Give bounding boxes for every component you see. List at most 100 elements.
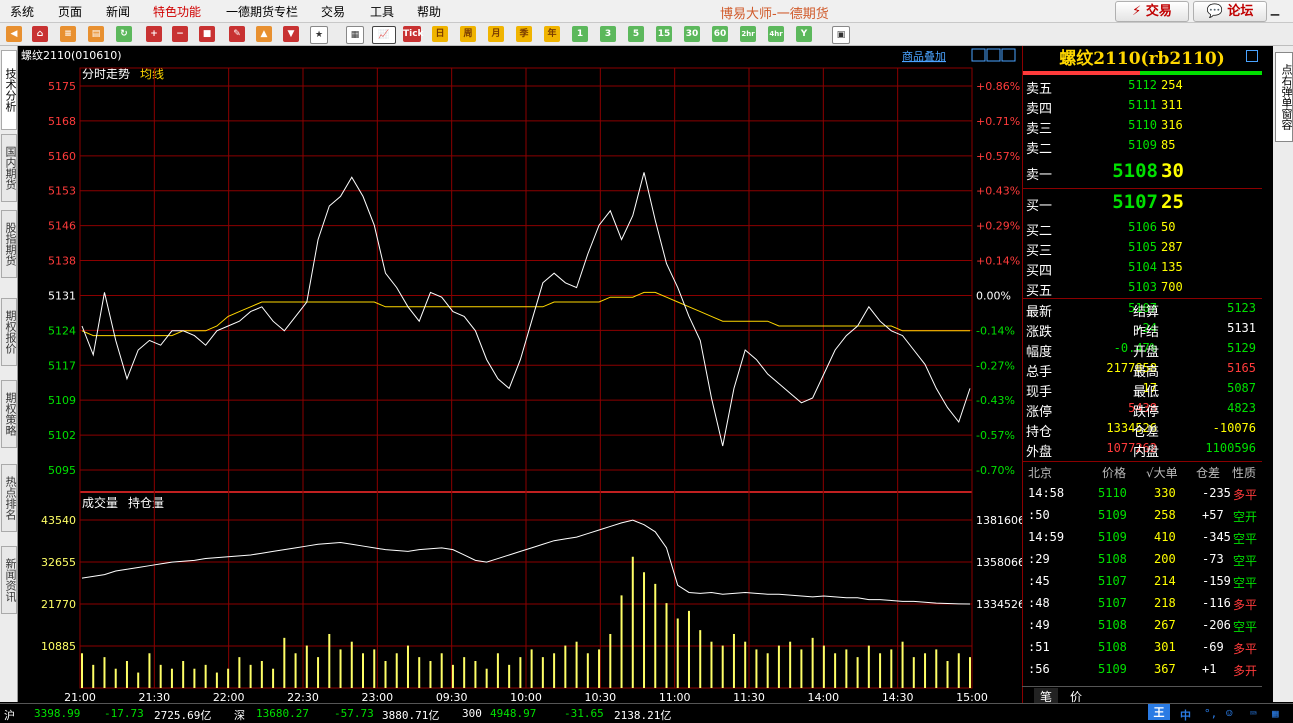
bid-level-row[interactable]: 买二 5106 50	[1022, 218, 1262, 239]
ask-level-row[interactable]: 卖三 5110 316	[1022, 116, 1262, 137]
ime-settings-icon[interactable]: ▦	[1272, 707, 1279, 720]
forum-button[interactable]: 💬 论坛	[1193, 1, 1267, 22]
period-15min-button[interactable]: 15	[656, 26, 672, 42]
table-view-icon[interactable]: ▦	[346, 26, 364, 44]
tick-button[interactable]: Tick	[403, 26, 424, 42]
menu-features[interactable]: 特色功能	[153, 3, 201, 20]
new-icon[interactable]: ★	[310, 26, 328, 44]
intraday-chart-icon[interactable]: 📈	[372, 26, 396, 44]
bid-level-row[interactable]: 买四 5104 135	[1022, 258, 1262, 279]
row-label: 卖四	[1026, 102, 1053, 117]
time-tick-label: 11:00	[659, 691, 691, 703]
tab-options-quote[interactable]: 期权报价	[1, 298, 17, 366]
menu-tools[interactable]: 工具	[370, 3, 394, 20]
emoji-icon[interactable]: ☺	[1226, 707, 1233, 720]
tab-index-futures[interactable]: 股指期货	[1, 210, 17, 278]
ask-level-row[interactable]: 卖五 5112 254	[1022, 76, 1262, 97]
tick-volume: 367	[1154, 662, 1176, 676]
row-label: 卖一	[1026, 168, 1053, 183]
row-price: 5107	[1112, 191, 1158, 213]
bid-level-row[interactable]: 买三 5105 287	[1022, 238, 1262, 259]
tick-time: :48	[1028, 596, 1050, 610]
stat-label: 内盘	[1133, 445, 1160, 460]
period-quarter-button[interactable]: 季	[516, 26, 532, 42]
commodity-overlay-link[interactable]: 商品叠加	[902, 49, 946, 63]
tick-row[interactable]: :48 5107 218 -116 多平	[1022, 592, 1262, 614]
menu-yide-column[interactable]: 一德期货专栏	[226, 3, 298, 20]
menu-trade[interactable]: 交易	[321, 3, 345, 20]
tick-price: 5109	[1098, 530, 1127, 544]
quote-icon[interactable]: ▤	[88, 26, 104, 42]
tick-row[interactable]: :45 5107 214 -159 空平	[1022, 570, 1262, 592]
menu-system[interactable]: 系统	[10, 3, 34, 20]
funnel-icon[interactable]: ▼	[283, 26, 299, 42]
price-tick-label: 5175	[48, 80, 76, 93]
panel-toggle-icon[interactable]	[1246, 50, 1258, 62]
menu-news[interactable]: 新闻	[106, 3, 130, 20]
tick-time: :56	[1028, 662, 1050, 676]
tab-hot-ranking[interactable]: 热点排名	[1, 464, 17, 532]
tick-row[interactable]: :49 5108 267 -206 空平	[1022, 614, 1262, 636]
menu-page[interactable]: 页面	[58, 3, 82, 20]
indicator-icon[interactable]: ▲	[256, 26, 272, 42]
tick-row[interactable]: :51 5108 301 -69 多平	[1022, 636, 1262, 658]
bid-level-row[interactable]: 买五 5103 700	[1022, 278, 1262, 299]
punctuation-icon[interactable]: °,	[1204, 707, 1217, 720]
tick-row[interactable]: 14:59 5109 410 -345 空平	[1022, 526, 1262, 548]
tick-row[interactable]: :56 5109 367 +1 多开	[1022, 658, 1262, 680]
period-2hr-button[interactable]: 2hr	[740, 26, 756, 42]
period-4hr-button[interactable]: 4hr	[768, 26, 784, 42]
period-3min-button[interactable]: 3	[600, 26, 616, 42]
tab-domestic-futures[interactable]: 国内期货	[1, 134, 17, 202]
tab-options-strategy[interactable]: 期权策略	[1, 380, 17, 448]
period-custom-button[interactable]: Y	[796, 26, 812, 42]
percent-tick-label: +0.86%	[976, 80, 1020, 93]
period-year-button[interactable]: 年	[544, 26, 560, 42]
row-volume: 25	[1161, 191, 1184, 213]
time-tick-label: 10:30	[584, 691, 616, 703]
row-volume: 85	[1161, 138, 1176, 152]
stat-label: 涨跌	[1026, 325, 1053, 340]
layout-icon[interactable]: ▣	[832, 26, 850, 44]
chart-nav-icons[interactable]	[971, 48, 1016, 62]
tab-order-window[interactable]: 点右弹单窗容	[1275, 52, 1293, 142]
intraday-chart[interactable]: 螺纹2110(010610) 商品叠加 分时走势 均线 成交量 持仓量 5175…	[18, 46, 1022, 703]
period-month-button[interactable]: 月	[488, 26, 504, 42]
bid1-row[interactable]: 买一 5107 25	[1022, 189, 1262, 219]
row-volume: 135	[1161, 260, 1183, 274]
tab-news-info[interactable]: 新闻资讯	[1, 546, 17, 614]
period-week-button[interactable]: 周	[460, 26, 476, 42]
draw-pen-icon[interactable]: ✎	[229, 26, 245, 42]
minimize-icon[interactable]: ▁	[1268, 3, 1282, 17]
tick-oi-change: -116	[1202, 596, 1231, 610]
stat-label: 跌停	[1133, 405, 1160, 420]
tick-row[interactable]: :50 5109 258 +57 空开	[1022, 504, 1262, 526]
period-1min-button[interactable]: 1	[572, 26, 588, 42]
percent-tick-label: +0.71%	[976, 115, 1020, 128]
zoom-in-icon[interactable]: +	[146, 26, 162, 42]
ask-level-row[interactable]: 卖四 5111 311	[1022, 96, 1262, 117]
tick-volume: 218	[1154, 596, 1176, 610]
period-30min-button[interactable]: 30	[684, 26, 700, 42]
tab-technical-analysis[interactable]: 技术分析	[1, 50, 17, 130]
ask-level-row[interactable]: 卖二 5109 85	[1022, 136, 1262, 157]
home-icon[interactable]: ⌂	[32, 26, 48, 42]
window-icon[interactable]: ■	[199, 26, 215, 42]
tick-volume: 200	[1154, 552, 1176, 566]
zoom-out-icon[interactable]: −	[172, 26, 188, 42]
row-price: 5111	[1128, 98, 1157, 112]
ime-logo-icon[interactable]: 王	[1148, 704, 1170, 720]
refresh-icon[interactable]: ↻	[116, 26, 132, 42]
keyboard-icon[interactable]: ⌨	[1250, 707, 1257, 720]
tick-row[interactable]: :29 5108 200 -73 空平	[1022, 548, 1262, 570]
back-arrow-icon[interactable]: ◀	[6, 26, 22, 42]
period-5min-button[interactable]: 5	[628, 26, 644, 42]
menu-help[interactable]: 帮助	[417, 3, 441, 20]
ask1-row[interactable]: 卖一 5108 30	[1022, 158, 1262, 188]
tick-row[interactable]: 14:58 5110 330 -235 多平	[1022, 482, 1262, 504]
period-day-button[interactable]: 日	[432, 26, 448, 42]
stat-label: 最低	[1133, 385, 1160, 400]
trade-button[interactable]: ⚡ 交易	[1115, 1, 1189, 22]
period-60min-button[interactable]: 60	[712, 26, 728, 42]
list-icon[interactable]: ≡	[60, 26, 76, 42]
